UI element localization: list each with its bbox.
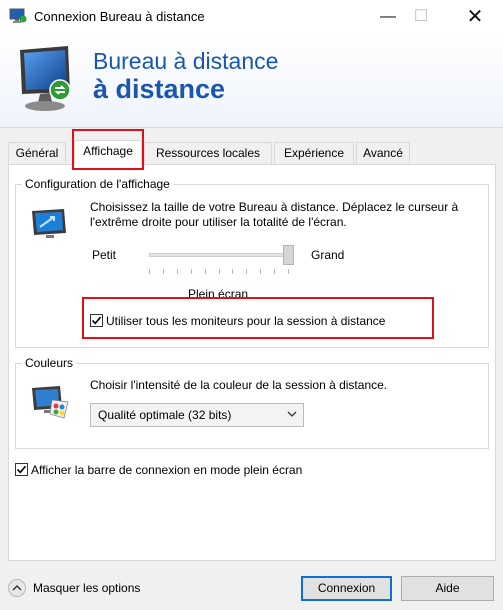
slider-tick [205,269,206,274]
display-config-group: Configuration de l'affichage Choisissez … [15,177,489,348]
tab-general[interactable]: Général [8,142,66,164]
slider-tick [191,269,192,274]
connection-bar-option[interactable]: Afficher la barre de connexion en mode p… [15,462,302,477]
slider-ticks [149,269,289,275]
use-all-monitors-option[interactable]: Utiliser tous les moniteurs pour la sess… [90,313,385,329]
checkmark-icon [91,317,102,325]
slider-min-label: Petit [92,248,117,262]
banner-title-line1: Bureau à distance [93,48,279,74]
banner: Bureau à distance à distance [0,34,503,128]
slider-tick [232,269,233,274]
close-button[interactable]: ✕ [452,0,498,34]
use-all-monitors-checkbox[interactable] [90,314,103,328]
slider-tick [163,269,164,274]
chevron-up-icon [8,579,26,597]
display-description: Choisissez la taille de votre Bureau à d… [90,200,459,229]
colors-description: Choisir l'intensité de la couleur de la … [90,378,388,392]
color-depth-select-value: Qualité optimale (32 bits) [98,408,232,422]
help-button[interactable]: Aide [401,576,494,601]
maximize-button[interactable]: ☐ [398,0,444,34]
slider-tick [274,269,275,274]
display-monitor-icon [32,209,66,238]
slider-tick [177,269,178,274]
chevron-down-icon [287,411,297,417]
banner-title-line2: à distance [93,74,226,104]
remote-desktop-app-icon [9,8,27,23]
connect-button[interactable]: Connexion [301,576,392,601]
color-depth-select[interactable]: Qualité optimale (32 bits) [90,403,304,427]
slider-tick [149,269,150,274]
connection-bar-checkbox[interactable] [15,463,28,477]
checkmark-icon [16,466,27,474]
tab-experience[interactable]: Expérience [274,142,354,164]
display-size-slider-thumb[interactable] [283,245,294,265]
tab-local-resources[interactable]: Ressources locales [144,142,272,164]
use-all-monitors-label: Utiliser tous les moniteurs pour la sess… [106,313,386,328]
window-title: Connexion Bureau à distance [34,9,205,24]
tab-display[interactable]: Affichage [74,140,142,165]
hide-options-toggle[interactable]: Masquer les options [8,579,140,597]
display-size-slider-track[interactable] [149,253,289,257]
connection-bar-label: Afficher la barre de connexion en mode p… [31,462,303,477]
slider-tick [260,269,261,274]
display-config-group-title: Configuration de l'affichage [22,177,173,191]
tab-advanced[interactable]: Avancé [356,142,410,164]
slider-max-label: Grand [311,248,345,262]
remote-desktop-monitor-icon [20,46,71,111]
colors-group-title: Couleurs [22,356,77,370]
colors-group: Couleurs Choisir l'intensité de la coule… [15,356,489,449]
tab-panel-display: Configuration de l'affichage Choisissez … [8,164,496,561]
tab-strip: Général Affichage Ressources locales Exp… [8,140,498,165]
color-palette-icon [32,386,69,419]
slider-tick [219,269,220,274]
slider-value-label: Plein écran [188,287,249,301]
hide-options-label: Masquer les options [33,581,141,595]
title-bar: Connexion Bureau à distance — ☐ ✕ [0,0,503,34]
slider-tick [288,269,289,274]
slider-tick [246,269,247,274]
